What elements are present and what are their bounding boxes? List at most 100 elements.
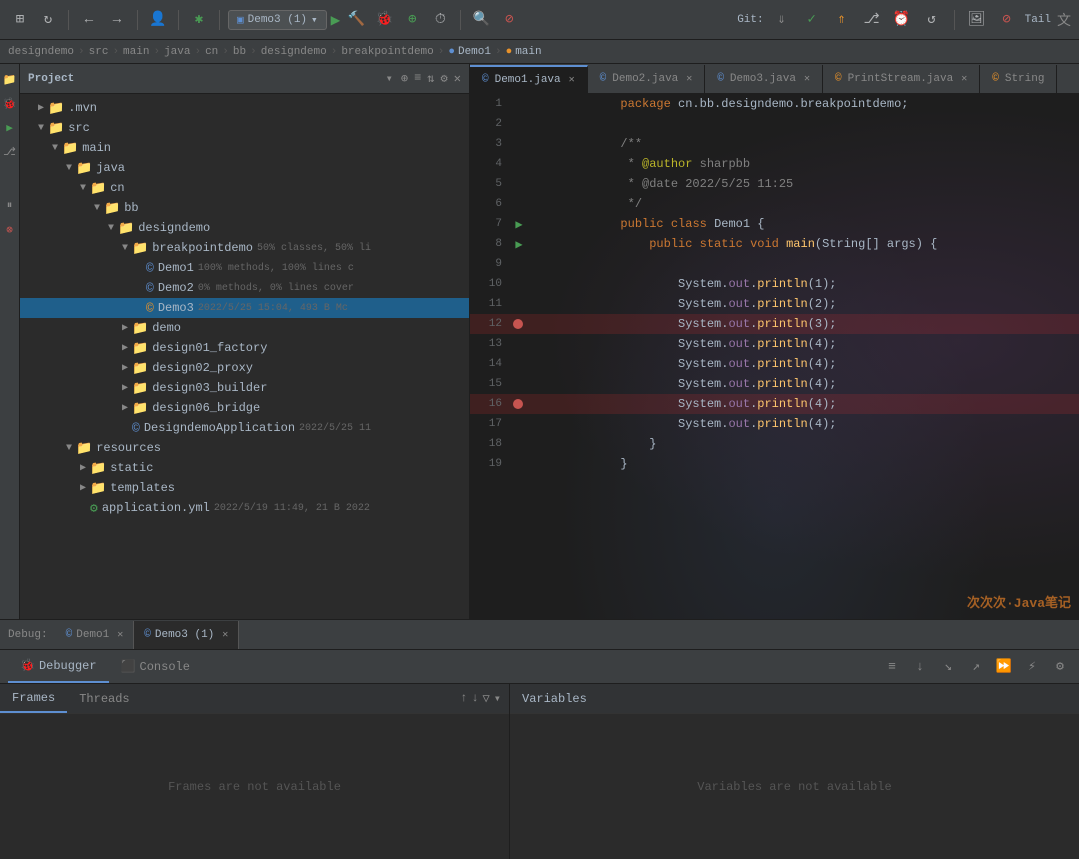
sidebar-icon-close[interactable]: ✕ — [454, 71, 461, 86]
tree-item-designdemo-app[interactable]: © DesigndemoApplication 2022/5/25 11 — [20, 418, 469, 438]
gutter-icon-project[interactable]: 📁 — [2, 72, 18, 88]
sidebar-icon-collapse[interactable]: ≡ — [414, 71, 421, 86]
toolbar-btn-debug[interactable]: 🐞 — [372, 8, 396, 32]
tab-demo3[interactable]: © Demo3.java ✕ — [705, 65, 823, 93]
bc-breakpointdemo[interactable]: breakpointdemo — [341, 46, 433, 58]
debug-icon-eval[interactable]: ⚡ — [1021, 656, 1043, 678]
sidebar-icon-settings[interactable]: ⚙ — [441, 71, 448, 86]
tab-close-demo2[interactable]: ✕ — [686, 73, 692, 85]
git-history[interactable]: ⏰ — [890, 8, 914, 32]
folder-icon-resources: 📁 — [76, 441, 92, 456]
toolbar-btn-forward[interactable]: → — [105, 8, 129, 32]
tab-frames[interactable]: Frames — [0, 685, 67, 713]
tree-item-demo3[interactable]: © Demo3 2022/5/25 15:04, 493 B Mc — [20, 298, 469, 318]
kw-static-8: static — [700, 237, 750, 251]
git-update[interactable]: ✓ — [800, 8, 824, 32]
tree-item-static[interactable]: ▶ 📁 static — [20, 458, 469, 478]
sidebar-icon-new[interactable]: ⊕ — [401, 71, 408, 86]
gutter-icon-debug[interactable]: 🐞 — [2, 96, 18, 112]
tree-item-design01[interactable]: ▶ 📁 design01_factory — [20, 338, 469, 358]
toolbar-btn-new[interactable]: ⊞ — [8, 8, 32, 32]
gutter-icon-git[interactable]: ⎇ — [2, 144, 18, 160]
bc-designdemo[interactable]: designdemo — [8, 46, 74, 58]
tree-item-resources[interactable]: ▼ 📁 resources — [20, 438, 469, 458]
tree-item-application-yml[interactable]: ⚙ application.yml 2022/5/19 11:49, 21 B … — [20, 498, 469, 518]
tree-item-templates[interactable]: ▶ 📁 templates — [20, 478, 469, 498]
debug-icon-step-into[interactable]: ↘ — [937, 656, 959, 678]
debug-session-demo3[interactable]: © Demo3 (1) ✕ — [134, 621, 239, 649]
debug-session-label-demo1: Demo1 — [76, 629, 109, 641]
toolbar-btn-user[interactable]: 👤 — [146, 8, 170, 32]
debug-icon-rerun[interactable]: ≡ — [881, 656, 903, 678]
toolbar-btn-bookmark[interactable]: ✱ — [187, 8, 211, 32]
tab-demo1[interactable]: © Demo1.java ✕ — [470, 65, 588, 93]
tab-demo2[interactable]: © Demo2.java ✕ — [588, 65, 706, 93]
debug-session-close-demo1[interactable]: ✕ — [117, 629, 123, 641]
debug-session-demo1[interactable]: © Demo1 ✕ — [56, 621, 135, 649]
frames-icon-down[interactable]: ↓ — [471, 691, 478, 706]
tab-close-demo1[interactable]: ✕ — [569, 74, 575, 86]
gutter-icon-pause[interactable]: ⏸ — [2, 198, 18, 214]
toolbar-btn-profile[interactable]: ⏱ — [428, 8, 452, 32]
git-push[interactable]: ⇑ — [830, 8, 854, 32]
bc-cn[interactable]: cn — [205, 46, 218, 58]
toolbar-btn-paint[interactable]: 🖼 — [965, 8, 989, 32]
tree-item-demo-folder[interactable]: ▶ 📁 demo — [20, 318, 469, 338]
toolbar-btn-back[interactable]: ← — [77, 8, 101, 32]
bc-src[interactable]: src — [89, 46, 109, 58]
toolbar-btn-sync[interactable]: ↻ — [36, 8, 60, 32]
gutter-icon-run[interactable]: ▶ — [2, 120, 18, 136]
tab-threads[interactable]: Threads — [67, 685, 141, 713]
tree-item-design02[interactable]: ▶ 📁 design02_proxy — [20, 358, 469, 378]
frames-icon-up[interactable]: ↑ — [460, 691, 467, 706]
debug-icon-step-over[interactable]: ↓ — [909, 656, 931, 678]
tree-item-design06[interactable]: ▶ 📁 design06_bridge — [20, 398, 469, 418]
tab-printstream[interactable]: © PrintStream.java ✕ — [823, 65, 980, 93]
toolbar-btn-build[interactable]: 🔨 — [344, 8, 368, 32]
java-icon-demo3: © — [146, 301, 154, 316]
breakpoint-dot-16[interactable] — [513, 399, 523, 409]
tree-item-bb[interactable]: ▼ 📁 bb — [20, 198, 469, 218]
bc-demo1[interactable]: Demo1 — [458, 46, 491, 58]
toolbar-btn-coverage[interactable]: ⊕ — [400, 8, 424, 32]
tree-item-demo2[interactable]: © Demo2 0% methods, 0% lines cover — [20, 278, 469, 298]
bc-main[interactable]: main — [123, 46, 149, 58]
gutter-icon-stop[interactable]: ⊗ — [2, 222, 18, 238]
debug-tab-console[interactable]: ⬛ Console — [109, 651, 202, 683]
git-branch[interactable]: ⎇ — [860, 8, 884, 32]
tree-item-java[interactable]: ▼ 📁 java — [20, 158, 469, 178]
toolbar-btn-stop[interactable]: ⊘ — [497, 8, 521, 32]
git-fetch[interactable]: ⇓ — [770, 8, 794, 32]
bc-bb[interactable]: bb — [233, 46, 246, 58]
git-rollback[interactable]: ↺ — [920, 8, 944, 32]
frames-icon-more[interactable]: ▾ — [494, 691, 501, 706]
tree-item-cn[interactable]: ▼ 📁 cn — [20, 178, 469, 198]
tab-close-printstream[interactable]: ✕ — [961, 73, 967, 85]
debug-icon-run-cursor[interactable]: ⏩ — [993, 656, 1015, 678]
tab-string[interactable]: © String — [980, 65, 1057, 93]
frames-icon-filter[interactable]: ▽ — [483, 691, 490, 706]
debug-icon-step-out[interactable]: ↗ — [965, 656, 987, 678]
run-config-selector[interactable]: ▣ Demo3 (1) ▾ — [228, 10, 327, 30]
tree-item-src[interactable]: ▼ 📁 src — [20, 118, 469, 138]
tree-item-breakpointdemo[interactable]: ▼ 📁 breakpointdemo 50% classes, 50% li — [20, 238, 469, 258]
breakpoint-dot-12[interactable] — [513, 319, 523, 329]
toolbar-btn-search[interactable]: 🔍 — [469, 8, 493, 32]
tree-item-designdemo[interactable]: ▼ 📁 designdemo — [20, 218, 469, 238]
sidebar-dropdown-arrow[interactable]: ▾ — [386, 71, 393, 86]
bc-main-method[interactable]: main — [515, 46, 541, 58]
tab-close-demo3[interactable]: ✕ — [804, 73, 810, 85]
tree-item-main[interactable]: ▼ 📁 main — [20, 138, 469, 158]
run-button[interactable]: ▶ — [331, 10, 341, 30]
tree-item-demo1[interactable]: © Demo1 100% methods, 100% lines c — [20, 258, 469, 278]
bc-designdemo2[interactable]: designdemo — [261, 46, 327, 58]
debug-icon-settings[interactable]: ⚙ — [1049, 656, 1071, 678]
debug-tab-debugger[interactable]: 🐞 Debugger — [8, 651, 109, 683]
debug-session-close-demo3[interactable]: ✕ — [222, 629, 228, 641]
tree-item-design03[interactable]: ▶ 📁 design03_builder — [20, 378, 469, 398]
sidebar-icon-sort[interactable]: ⇅ — [427, 71, 434, 86]
toolbar-btn-no[interactable]: ⊘ — [995, 8, 1019, 32]
tree-item-mvn[interactable]: ▶ 📁 .mvn — [20, 98, 469, 118]
code-editor[interactable]: 1 package cn.bb.designdemo.breakpointdem… — [470, 94, 1079, 619]
bc-java[interactable]: java — [164, 46, 190, 58]
